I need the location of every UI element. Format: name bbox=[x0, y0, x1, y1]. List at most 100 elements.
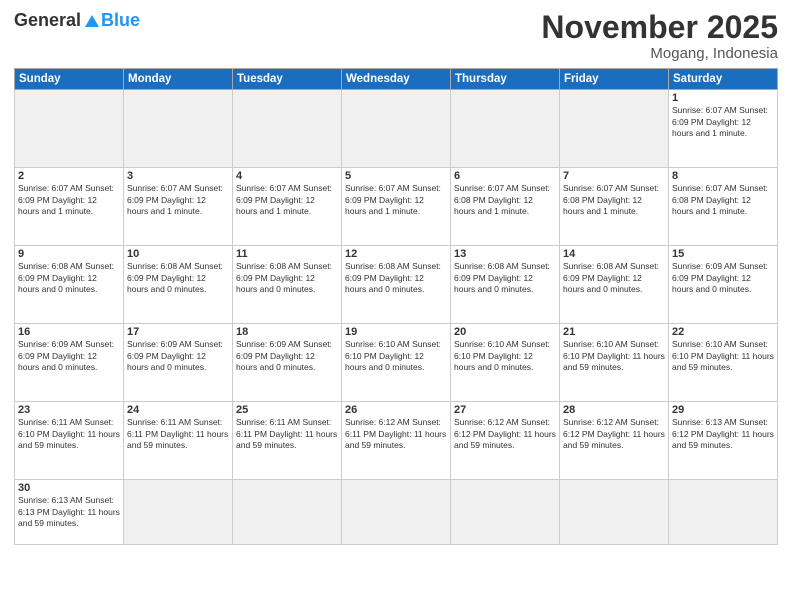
table-row: 2Sunrise: 6:07 AM Sunset: 6:09 PM Daylig… bbox=[15, 168, 124, 246]
table-row bbox=[124, 90, 233, 168]
day-number: 10 bbox=[127, 248, 229, 260]
month-title: November 2025 bbox=[541, 10, 778, 45]
table-row: 18Sunrise: 6:09 AM Sunset: 6:09 PM Dayli… bbox=[233, 324, 342, 402]
day-info: Sunrise: 6:09 AM Sunset: 6:09 PM Dayligh… bbox=[672, 261, 774, 295]
day-info: Sunrise: 6:08 AM Sunset: 6:09 PM Dayligh… bbox=[236, 261, 338, 295]
day-number: 6 bbox=[454, 170, 556, 182]
col-thursday: Thursday bbox=[451, 69, 560, 90]
calendar-header-row: Sunday Monday Tuesday Wednesday Thursday… bbox=[15, 69, 778, 90]
table-row bbox=[233, 480, 342, 545]
table-row: 30Sunrise: 6:13 AM Sunset: 6:13 PM Dayli… bbox=[15, 480, 124, 545]
table-row: 19Sunrise: 6:10 AM Sunset: 6:10 PM Dayli… bbox=[342, 324, 451, 402]
table-row bbox=[669, 480, 778, 545]
table-row: 4Sunrise: 6:07 AM Sunset: 6:09 PM Daylig… bbox=[233, 168, 342, 246]
day-info: Sunrise: 6:13 AM Sunset: 6:12 PM Dayligh… bbox=[672, 417, 774, 451]
day-number: 19 bbox=[345, 326, 447, 338]
day-info: Sunrise: 6:10 AM Sunset: 6:10 PM Dayligh… bbox=[454, 339, 556, 373]
day-info: Sunrise: 6:12 AM Sunset: 6:11 PM Dayligh… bbox=[345, 417, 447, 451]
col-friday: Friday bbox=[560, 69, 669, 90]
calendar: Sunday Monday Tuesday Wednesday Thursday… bbox=[14, 68, 778, 545]
logo: General Blue bbox=[14, 10, 140, 31]
day-info: Sunrise: 6:07 AM Sunset: 6:08 PM Dayligh… bbox=[672, 183, 774, 217]
table-row: 24Sunrise: 6:11 AM Sunset: 6:11 PM Dayli… bbox=[124, 402, 233, 480]
calendar-week-row: 2Sunrise: 6:07 AM Sunset: 6:09 PM Daylig… bbox=[15, 168, 778, 246]
table-row: 29Sunrise: 6:13 AM Sunset: 6:12 PM Dayli… bbox=[669, 402, 778, 480]
day-number: 14 bbox=[563, 248, 665, 260]
day-number: 28 bbox=[563, 404, 665, 416]
day-number: 2 bbox=[18, 170, 120, 182]
day-info: Sunrise: 6:09 AM Sunset: 6:09 PM Dayligh… bbox=[18, 339, 120, 373]
col-tuesday: Tuesday bbox=[233, 69, 342, 90]
day-number: 12 bbox=[345, 248, 447, 260]
day-info: Sunrise: 6:08 AM Sunset: 6:09 PM Dayligh… bbox=[563, 261, 665, 295]
day-info: Sunrise: 6:10 AM Sunset: 6:10 PM Dayligh… bbox=[672, 339, 774, 373]
day-number: 25 bbox=[236, 404, 338, 416]
table-row: 20Sunrise: 6:10 AM Sunset: 6:10 PM Dayli… bbox=[451, 324, 560, 402]
day-info: Sunrise: 6:11 AM Sunset: 6:10 PM Dayligh… bbox=[18, 417, 120, 451]
day-info: Sunrise: 6:08 AM Sunset: 6:09 PM Dayligh… bbox=[18, 261, 120, 295]
table-row bbox=[342, 480, 451, 545]
day-number: 29 bbox=[672, 404, 774, 416]
day-number: 20 bbox=[454, 326, 556, 338]
table-row: 8Sunrise: 6:07 AM Sunset: 6:08 PM Daylig… bbox=[669, 168, 778, 246]
day-info: Sunrise: 6:13 AM Sunset: 6:13 PM Dayligh… bbox=[18, 495, 120, 529]
day-info: Sunrise: 6:08 AM Sunset: 6:09 PM Dayligh… bbox=[127, 261, 229, 295]
calendar-week-row: 9Sunrise: 6:08 AM Sunset: 6:09 PM Daylig… bbox=[15, 246, 778, 324]
day-number: 3 bbox=[127, 170, 229, 182]
table-row: 9Sunrise: 6:08 AM Sunset: 6:09 PM Daylig… bbox=[15, 246, 124, 324]
logo-area: General Blue bbox=[14, 10, 140, 31]
day-info: Sunrise: 6:08 AM Sunset: 6:09 PM Dayligh… bbox=[454, 261, 556, 295]
day-info: Sunrise: 6:07 AM Sunset: 6:09 PM Dayligh… bbox=[345, 183, 447, 217]
day-number: 8 bbox=[672, 170, 774, 182]
table-row: 6Sunrise: 6:07 AM Sunset: 6:08 PM Daylig… bbox=[451, 168, 560, 246]
day-number: 15 bbox=[672, 248, 774, 260]
table-row: 7Sunrise: 6:07 AM Sunset: 6:08 PM Daylig… bbox=[560, 168, 669, 246]
day-number: 30 bbox=[18, 482, 120, 494]
day-number: 4 bbox=[236, 170, 338, 182]
day-info: Sunrise: 6:07 AM Sunset: 6:09 PM Dayligh… bbox=[236, 183, 338, 217]
day-info: Sunrise: 6:11 AM Sunset: 6:11 PM Dayligh… bbox=[127, 417, 229, 451]
table-row: 26Sunrise: 6:12 AM Sunset: 6:11 PM Dayli… bbox=[342, 402, 451, 480]
day-info: Sunrise: 6:09 AM Sunset: 6:09 PM Dayligh… bbox=[127, 339, 229, 373]
title-area: November 2025 Mogang, Indonesia bbox=[541, 10, 778, 62]
day-info: Sunrise: 6:07 AM Sunset: 6:09 PM Dayligh… bbox=[127, 183, 229, 217]
table-row: 5Sunrise: 6:07 AM Sunset: 6:09 PM Daylig… bbox=[342, 168, 451, 246]
logo-blue: Blue bbox=[101, 10, 140, 31]
day-number: 9 bbox=[18, 248, 120, 260]
table-row bbox=[342, 90, 451, 168]
table-row bbox=[560, 480, 669, 545]
day-number: 1 bbox=[672, 92, 774, 104]
day-number: 13 bbox=[454, 248, 556, 260]
col-wednesday: Wednesday bbox=[342, 69, 451, 90]
day-number: 24 bbox=[127, 404, 229, 416]
day-info: Sunrise: 6:08 AM Sunset: 6:09 PM Dayligh… bbox=[345, 261, 447, 295]
table-row: 21Sunrise: 6:10 AM Sunset: 6:10 PM Dayli… bbox=[560, 324, 669, 402]
table-row: 13Sunrise: 6:08 AM Sunset: 6:09 PM Dayli… bbox=[451, 246, 560, 324]
day-number: 23 bbox=[18, 404, 120, 416]
day-info: Sunrise: 6:07 AM Sunset: 6:09 PM Dayligh… bbox=[672, 105, 774, 139]
table-row: 14Sunrise: 6:08 AM Sunset: 6:09 PM Dayli… bbox=[560, 246, 669, 324]
day-number: 22 bbox=[672, 326, 774, 338]
table-row: 11Sunrise: 6:08 AM Sunset: 6:09 PM Dayli… bbox=[233, 246, 342, 324]
logo-general: General bbox=[14, 10, 81, 31]
day-number: 26 bbox=[345, 404, 447, 416]
col-saturday: Saturday bbox=[669, 69, 778, 90]
table-row: 27Sunrise: 6:12 AM Sunset: 6:12 PM Dayli… bbox=[451, 402, 560, 480]
day-number: 17 bbox=[127, 326, 229, 338]
col-monday: Monday bbox=[124, 69, 233, 90]
table-row: 28Sunrise: 6:12 AM Sunset: 6:12 PM Dayli… bbox=[560, 402, 669, 480]
table-row: 16Sunrise: 6:09 AM Sunset: 6:09 PM Dayli… bbox=[15, 324, 124, 402]
table-row bbox=[233, 90, 342, 168]
day-info: Sunrise: 6:07 AM Sunset: 6:09 PM Dayligh… bbox=[18, 183, 120, 217]
location: Mogang, Indonesia bbox=[541, 45, 778, 62]
col-sunday: Sunday bbox=[15, 69, 124, 90]
day-info: Sunrise: 6:10 AM Sunset: 6:10 PM Dayligh… bbox=[563, 339, 665, 373]
day-number: 27 bbox=[454, 404, 556, 416]
table-row bbox=[124, 480, 233, 545]
day-number: 18 bbox=[236, 326, 338, 338]
day-info: Sunrise: 6:07 AM Sunset: 6:08 PM Dayligh… bbox=[454, 183, 556, 217]
day-info: Sunrise: 6:10 AM Sunset: 6:10 PM Dayligh… bbox=[345, 339, 447, 373]
table-row: 3Sunrise: 6:07 AM Sunset: 6:09 PM Daylig… bbox=[124, 168, 233, 246]
table-row bbox=[560, 90, 669, 168]
day-info: Sunrise: 6:12 AM Sunset: 6:12 PM Dayligh… bbox=[563, 417, 665, 451]
